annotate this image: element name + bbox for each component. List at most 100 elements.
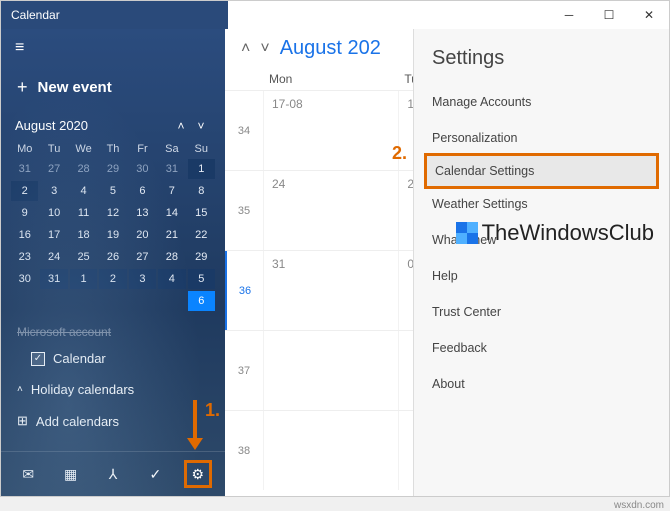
mini-day-cell[interactable] bbox=[70, 291, 97, 311]
mini-day-cell[interactable]: 19 bbox=[99, 225, 126, 245]
mini-day-cell[interactable]: 4 bbox=[70, 181, 97, 201]
calendar-checkbox-row[interactable]: ✓ Calendar bbox=[1, 343, 225, 374]
mini-day-cell[interactable]: 3 bbox=[40, 181, 67, 201]
mini-day-cell[interactable]: 12 bbox=[99, 203, 126, 223]
mini-day-cell[interactable]: 31 bbox=[40, 269, 67, 289]
mini-weekday: Sa bbox=[158, 141, 185, 157]
mini-day-cell[interactable]: 9 bbox=[11, 203, 38, 223]
settings-item-manage-accounts[interactable]: Manage Accounts bbox=[414, 84, 669, 120]
settings-item-weather-settings[interactable]: Weather Settings bbox=[414, 186, 669, 222]
settings-item-help[interactable]: Help bbox=[414, 258, 669, 294]
day-cell[interactable]: 24 bbox=[263, 171, 398, 250]
mini-day-cell[interactable]: 30 bbox=[129, 159, 156, 179]
settings-item-what-s-new[interactable]: What's new bbox=[414, 222, 669, 258]
mini-day-cell[interactable]: 2 bbox=[99, 269, 126, 289]
mini-day-cell[interactable]: 6 bbox=[188, 291, 215, 311]
mini-day-cell[interactable]: 6 bbox=[129, 181, 156, 201]
checkbox-icon: ✓ bbox=[31, 352, 45, 366]
mini-day-cell[interactable]: 29 bbox=[99, 159, 126, 179]
mini-day-cell[interactable] bbox=[99, 291, 126, 311]
mini-day-cell[interactable]: 27 bbox=[40, 159, 67, 179]
new-event-button[interactable]: + New event bbox=[1, 67, 225, 108]
day-cell[interactable]: 17-08 bbox=[263, 91, 398, 170]
mini-day-cell[interactable]: 4 bbox=[158, 269, 185, 289]
minimize-button[interactable]: ─ bbox=[549, 1, 589, 29]
mini-day-cell[interactable] bbox=[129, 291, 156, 311]
hamburger-icon[interactable]: ≡ bbox=[1, 29, 225, 67]
mail-icon[interactable]: ✉ bbox=[14, 460, 42, 488]
mini-day-cell[interactable]: 14 bbox=[158, 203, 185, 223]
todo-icon[interactable]: ✓ bbox=[141, 460, 169, 488]
settings-item-trust-center[interactable]: Trust Center bbox=[414, 294, 669, 330]
mini-day-cell[interactable]: 30 bbox=[11, 269, 38, 289]
mini-month-label: August 2020 bbox=[15, 118, 171, 133]
mini-day-cell[interactable]: 25 bbox=[70, 247, 97, 267]
annotation-arrow-icon bbox=[188, 400, 202, 450]
next-icon[interactable]: ˅ bbox=[260, 40, 269, 58]
mini-day-cell[interactable]: 17 bbox=[40, 225, 67, 245]
calendar-chk-label: Calendar bbox=[53, 351, 106, 366]
settings-gear-icon[interactable]: ⚙ bbox=[184, 460, 212, 488]
mini-day-cell[interactable]: 3 bbox=[129, 269, 156, 289]
annotation-2: 2. bbox=[392, 143, 407, 164]
mini-day-cell[interactable]: 28 bbox=[158, 247, 185, 267]
mini-day-cell[interactable]: 21 bbox=[158, 225, 185, 245]
mini-day-cell[interactable]: 26 bbox=[99, 247, 126, 267]
mini-day-cell[interactable] bbox=[158, 291, 185, 311]
day-cell[interactable] bbox=[263, 331, 398, 410]
mini-day-cell[interactable]: 27 bbox=[129, 247, 156, 267]
mini-day-cell[interactable]: 1 bbox=[70, 269, 97, 289]
mini-day-cell[interactable] bbox=[11, 291, 38, 311]
settings-item-about[interactable]: About bbox=[414, 366, 669, 402]
mini-calendar: August 2020 ˄ ˅ MoTuWeThFrSaSu3127282930… bbox=[1, 108, 225, 321]
mini-day-cell[interactable]: 16 bbox=[11, 225, 38, 245]
mini-day-cell[interactable]: 7 bbox=[158, 181, 185, 201]
mini-day-cell[interactable]: 31 bbox=[158, 159, 185, 179]
prev-month-icon[interactable]: ˄ bbox=[171, 119, 191, 133]
week-number: 34 bbox=[225, 91, 263, 170]
titlebar: Calendar ─ ☐ ✕ bbox=[1, 1, 669, 29]
settings-items: Manage AccountsPersonalizationCalendar S… bbox=[414, 84, 669, 402]
mini-day-cell[interactable]: 31 bbox=[11, 159, 38, 179]
mini-calendar-header: August 2020 ˄ ˅ bbox=[11, 114, 215, 141]
calendar-icon[interactable]: ▦ bbox=[57, 460, 85, 488]
prev-icon[interactable]: ˄ bbox=[241, 40, 250, 58]
mini-day-cell[interactable]: 10 bbox=[40, 203, 67, 223]
mini-day-cell[interactable]: 2 bbox=[11, 181, 38, 201]
mini-day-cell[interactable]: 22 bbox=[188, 225, 215, 245]
mini-weekday: Fr bbox=[129, 141, 156, 157]
mini-day-cell[interactable]: 15 bbox=[188, 203, 215, 223]
next-month-icon[interactable]: ˅ bbox=[191, 119, 211, 133]
week-number: 35 bbox=[225, 171, 263, 250]
mini-day-cell[interactable]: 5 bbox=[188, 269, 215, 289]
settings-item-feedback[interactable]: Feedback bbox=[414, 330, 669, 366]
mini-day-cell[interactable]: 20 bbox=[129, 225, 156, 245]
settings-item-calendar-settings[interactable]: Calendar Settings bbox=[424, 153, 659, 189]
mini-day-cell[interactable]: 28 bbox=[70, 159, 97, 179]
close-button[interactable]: ✕ bbox=[629, 1, 669, 29]
mini-weekday: Su bbox=[188, 141, 215, 157]
mini-weekday: Tu bbox=[40, 141, 67, 157]
mini-day-cell[interactable]: 13 bbox=[129, 203, 156, 223]
mini-day-cell[interactable]: 5 bbox=[99, 181, 126, 201]
app-title: Calendar bbox=[1, 8, 60, 22]
mini-day-cell[interactable]: 1 bbox=[188, 159, 215, 179]
maximize-button[interactable]: ☐ bbox=[589, 1, 629, 29]
holiday-label: Holiday calendars bbox=[31, 382, 134, 397]
settings-item-personalization[interactable]: Personalization bbox=[414, 120, 669, 156]
people-icon[interactable]: ⅄ bbox=[99, 460, 127, 488]
day-cell[interactable] bbox=[263, 411, 398, 490]
day-cell[interactable]: 31 bbox=[263, 251, 398, 330]
settings-title: Settings bbox=[414, 39, 669, 84]
week-number: 38 bbox=[225, 411, 263, 490]
mini-day-cell[interactable]: 29 bbox=[188, 247, 215, 267]
mini-day-cell[interactable]: 23 bbox=[11, 247, 38, 267]
mini-day-cell[interactable]: 11 bbox=[70, 203, 97, 223]
mini-day-cell[interactable]: 8 bbox=[188, 181, 215, 201]
mini-day-cell[interactable]: 18 bbox=[70, 225, 97, 245]
mini-day-cell[interactable] bbox=[40, 291, 67, 311]
add-calendar-icon: ⊞ bbox=[17, 413, 28, 429]
mini-weekday: We bbox=[70, 141, 97, 157]
mini-day-cell[interactable]: 24 bbox=[40, 247, 67, 267]
mini-weekday: Mo bbox=[11, 141, 38, 157]
